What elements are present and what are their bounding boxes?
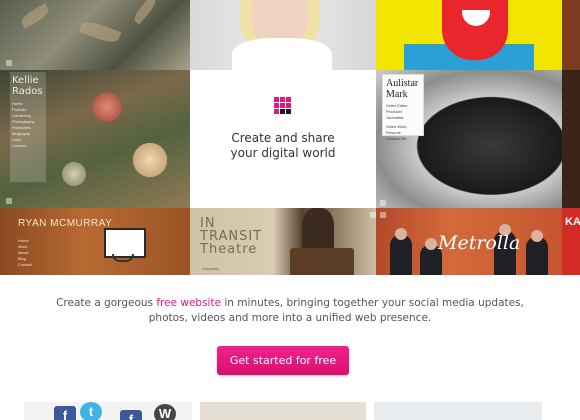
- transit-title-line: Theatre: [200, 242, 258, 257]
- tagline-line: your digital world: [230, 146, 336, 160]
- free-website-link[interactable]: free website: [156, 297, 221, 309]
- band-member: [526, 237, 548, 275]
- flower-decoration: [60, 160, 88, 188]
- corner-mark: [6, 60, 12, 66]
- menu-item: Contact Me: [386, 136, 407, 141]
- feature-preview-photos[interactable]: [200, 402, 366, 420]
- aulistar-site-name: Aulistar Mark: [386, 78, 419, 100]
- aulistar-roles: Video Editor Producer Journalist: [383, 100, 423, 121]
- menu-item: Contact: [12, 143, 26, 148]
- portrait-shirt: [232, 38, 332, 70]
- kellie-site-name: Kellie Rados: [12, 75, 43, 97]
- twitter-icon: t: [80, 402, 102, 420]
- ryan-site-menu: Home Work About Blog Contact: [18, 238, 38, 268]
- showcase-tile-botanical[interactable]: [0, 0, 190, 70]
- showcase-tile-edge[interactable]: [562, 70, 580, 208]
- corner-mark: [6, 198, 12, 204]
- band-member-head: [395, 228, 407, 240]
- aulistar-site-card: Aulistar Mark Video Editor Producer Jour…: [382, 74, 424, 141]
- showcase-tile-transit[interactable]: IN TRANSIT Theatre Company: [190, 208, 376, 275]
- corner-mark: [380, 200, 386, 206]
- flower-decoration: [90, 90, 124, 124]
- showcase-tile-metrolla[interactable]: Metrolla: [376, 208, 562, 275]
- facebook-icon: f: [120, 410, 142, 420]
- feature-preview-browser[interactable]: [374, 402, 542, 420]
- facebook-icon: f: [54, 406, 76, 420]
- showcase-tile-edge[interactable]: KA: [562, 208, 580, 275]
- band-member: [390, 235, 412, 275]
- tagline-line: Create and share: [231, 131, 335, 145]
- transit-site-name: IN TRANSIT Theatre: [200, 217, 262, 256]
- popart-face: [442, 0, 508, 60]
- suitcase-image: [290, 248, 354, 275]
- leaf-decoration: [19, 3, 51, 29]
- transit-subtitle: Company: [202, 266, 220, 271]
- leaf-decoration: [131, 0, 159, 25]
- showcase-tile-edge[interactable]: [562, 0, 580, 70]
- showcase-tile-portrait[interactable]: [190, 0, 376, 70]
- showcase-tile-ryan[interactable]: RYAN MCMURRAY Home Work About Blog Conta…: [0, 208, 190, 275]
- get-started-button[interactable]: Get started for free: [217, 346, 349, 375]
- showcase-tile-kellie[interactable]: Kellie Rados Home Portfolio Gardening Ph…: [0, 70, 190, 208]
- leaf-decoration: [78, 18, 122, 46]
- corner-mark: [380, 212, 386, 218]
- intro-text: Create a gorgeous: [56, 297, 157, 309]
- kellie-site-card: Kellie Rados Home Portfolio Gardening Ph…: [10, 72, 46, 182]
- metrolla-site-name: Metrolla: [438, 232, 521, 254]
- wordpress-icon: W: [154, 404, 176, 420]
- kellie-site-menu: Home Portfolio Gardening Photography Fav…: [10, 97, 46, 153]
- showcase-tile-aulistar[interactable]: Aulistar Mark Video Editor Producer Jour…: [376, 70, 562, 208]
- showcase-tile-popart[interactable]: [376, 0, 562, 70]
- menu-item: Contact: [18, 262, 32, 267]
- transit-figure: [302, 208, 334, 252]
- intro-paragraph: Create a gorgeous free website in minute…: [40, 296, 540, 326]
- aulistar-menu: Video Work Resume Contact Me: [383, 121, 423, 142]
- flower-decoration: [130, 140, 170, 180]
- grid-logo-icon: [274, 97, 292, 115]
- band-member-head: [425, 238, 437, 250]
- basketball-hoop: [112, 254, 134, 262]
- edge-tile-text: KA: [565, 216, 580, 228]
- brand-tagline: Create and share your digital world: [190, 131, 376, 161]
- band-member-head: [531, 230, 543, 242]
- ryan-site-name: RYAN MCMURRAY: [18, 218, 113, 229]
- feature-preview-social[interactable]: f t f W: [24, 402, 192, 420]
